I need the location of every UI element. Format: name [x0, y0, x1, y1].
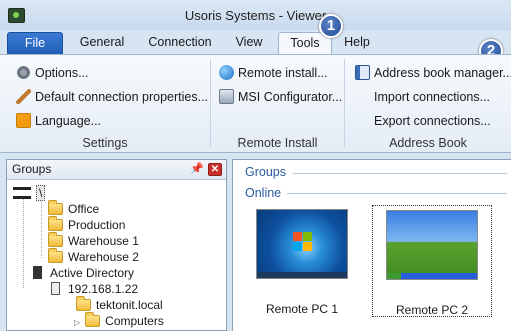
computer-icon	[51, 282, 60, 295]
options-button[interactable]: Options...	[16, 62, 89, 84]
server-icon	[33, 266, 42, 279]
window-title: Usoris Systems - Viewer	[184, 8, 327, 23]
remote-install-button[interactable]: Remote install...	[219, 62, 328, 84]
language-label: Language...	[35, 114, 102, 128]
address-book-group-label: Address Book	[389, 136, 467, 150]
expand-arrow-icon[interactable]: ▷	[74, 318, 80, 327]
tree-item-label: Warehouse 2	[68, 250, 139, 264]
tree-item-label: Office	[68, 202, 100, 216]
section-divider	[287, 193, 507, 194]
remote-install-group: Remote install... MSI Configurator... Re…	[211, 55, 344, 153]
close-icon[interactable]: ✕	[208, 163, 222, 176]
windows-xp-screen-thumbnail	[386, 210, 478, 280]
title-bar: Usoris Systems - Viewer	[0, 0, 511, 30]
tab-general[interactable]: General	[70, 32, 134, 54]
tree-line	[23, 198, 24, 288]
export-connections-label: Export connections...	[374, 114, 491, 128]
tree-item-production[interactable]: Production	[48, 216, 126, 233]
tree-item-computers[interactable]: ▷ Computers	[74, 312, 164, 329]
default-connection-properties-label: Default connection properties...	[35, 90, 209, 104]
folder-icon	[48, 200, 63, 215]
ribbon: Options... Default connection properties…	[0, 54, 511, 153]
groups-panel: Groups 📌 ✕ \ Office Production Warehouse…	[6, 159, 227, 331]
callout-badge-1: 1	[319, 14, 343, 38]
groups-panel-title: Groups	[12, 162, 52, 176]
tree-item-domain[interactable]: tektonit.local	[76, 296, 163, 313]
tab-connection[interactable]: Connection	[140, 32, 220, 54]
tree-line	[41, 200, 42, 258]
import-connections-label: Import connections...	[374, 90, 491, 104]
tree-item-warehouse-2[interactable]: Warehouse 2	[48, 248, 139, 265]
msi-configurator-label: MSI Configurator...	[238, 90, 343, 104]
tab-view[interactable]: View	[226, 32, 272, 54]
network-icon	[13, 187, 31, 199]
remote-install-label: Remote install...	[238, 66, 328, 80]
msi-configurator-button[interactable]: MSI Configurator...	[219, 86, 342, 108]
language-button[interactable]: Language...	[16, 110, 101, 132]
tree-item-root[interactable]: \	[13, 185, 46, 201]
section-divider	[293, 173, 507, 174]
tree-item-office[interactable]: Office	[48, 200, 100, 217]
ribbon-tabs: File General Connection View Tools Help	[0, 30, 511, 54]
tree-item-label: Warehouse 1	[68, 234, 139, 248]
tree-item-label: Active Directory	[50, 266, 135, 280]
computers-view: Groups Online Remote PC 1 Remote PC 2	[232, 159, 511, 331]
tree-item-warehouse-1[interactable]: Warehouse 1	[48, 232, 139, 249]
tree-item-label: Production	[68, 218, 126, 232]
language-icon	[16, 113, 31, 128]
export-connections-button[interactable]: Export connections...	[374, 110, 491, 132]
tab-help[interactable]: Help	[336, 32, 378, 54]
default-connection-properties-button[interactable]: Default connection properties...	[16, 86, 208, 108]
tree-item-label: \	[36, 185, 46, 201]
folder-icon	[76, 296, 91, 311]
groups-section-title: Groups	[245, 165, 286, 179]
globe-icon	[219, 65, 234, 80]
tab-file[interactable]: File	[7, 32, 63, 54]
address-book-icon	[355, 65, 370, 80]
groups-panel-header: Groups 📌 ✕	[7, 160, 226, 180]
tree-item-active-directory[interactable]: Active Directory	[33, 265, 134, 281]
folder-icon	[48, 248, 63, 263]
tree-item-label: 192.168.1.22	[68, 282, 139, 296]
pin-icon[interactable]: 📌	[190, 162, 204, 176]
computer-tile-remote-pc-1[interactable]: Remote PC 1	[242, 205, 362, 317]
windows-logo-icon	[293, 232, 313, 252]
tree-item-ip-address[interactable]: 192.168.1.22	[51, 281, 138, 297]
address-book-manager-label: Address book manager...	[374, 66, 511, 80]
computer-name: Remote PC 1	[265, 302, 339, 316]
folder-icon	[48, 232, 63, 247]
address-book-manager-button[interactable]: Address book manager...	[355, 62, 511, 84]
folder-icon	[85, 312, 101, 327]
settings-group: Options... Default connection properties…	[0, 55, 210, 153]
import-connections-button[interactable]: Import connections...	[374, 86, 490, 108]
msi-package-icon	[219, 89, 234, 104]
computer-name: Remote PC 2	[395, 303, 469, 317]
address-book-group: Address book manager... Import connectio…	[345, 55, 511, 153]
wrench-icon	[16, 89, 31, 104]
gear-icon	[16, 65, 31, 80]
windows-7-screen-thumbnail	[256, 209, 348, 279]
tree-item-label: Computers	[105, 314, 164, 328]
settings-group-label: Settings	[82, 136, 128, 150]
remote-install-group-label: Remote Install	[237, 136, 318, 150]
online-section-title: Online	[245, 186, 282, 200]
computer-tile-remote-pc-2[interactable]: Remote PC 2	[372, 205, 492, 317]
tree-item-label: tektonit.local	[96, 298, 163, 312]
folder-icon	[48, 216, 63, 231]
options-label: Options...	[35, 66, 89, 80]
